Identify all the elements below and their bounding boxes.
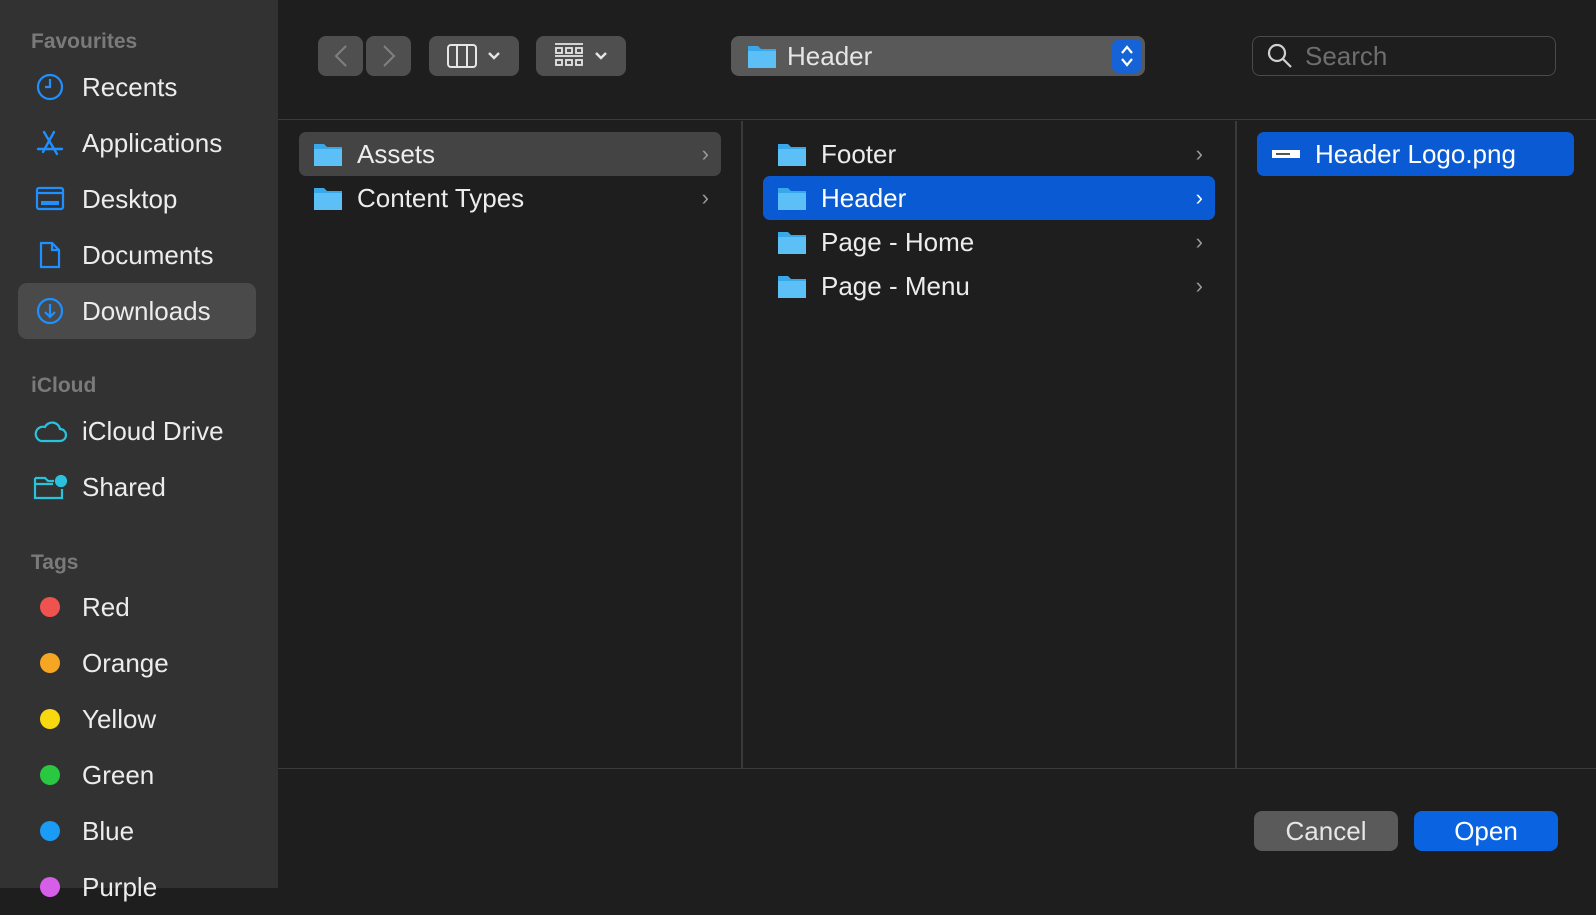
document-icon [32,241,68,269]
chevron-down-icon [488,52,500,60]
chevron-right-icon: › [1195,273,1203,298]
chevron-right-icon: › [1195,229,1203,254]
search-icon [1267,43,1292,68]
sidebar-item-label: Purple [82,871,158,902]
tag-dot-icon [40,653,60,673]
tag-dot-icon [40,821,60,841]
column-2: Footer › Header › Page - Home › Page - Menu… [743,121,1237,768]
shared-folder-icon [32,473,68,501]
sidebar-item-desktop[interactable]: Desktop [18,171,256,227]
list-item[interactable]: Content Types › [299,176,721,220]
folder-icon [748,46,776,68]
sidebar: Favourites Recents Applications Desktop … [0,0,278,902]
tag-dot-icon [40,597,60,617]
tag-dot-icon [40,877,60,897]
browser: Header Search Assets › Content Types › Foo… [278,0,1596,888]
sidebar-item-icloud-drive[interactable]: iCloud Drive [18,403,256,459]
sidebar-item-label: Green [82,759,155,790]
sidebar-item-label: Documents [82,239,214,270]
sidebar-item-label: Orange [82,647,169,678]
chevron-right-icon: › [701,185,709,210]
sidebar-item-label: Recents [82,71,178,102]
open-button[interactable]: Open [1414,811,1558,851]
view-mode-button[interactable] [429,36,519,76]
forward-button[interactable] [366,36,411,76]
item-label: Header [821,182,907,213]
sidebar-item-label: Blue [82,815,135,846]
tag-dot-icon [40,765,60,785]
column-3: Header Logo.png [1237,121,1596,768]
sidebar-item-documents[interactable]: Documents [18,227,256,283]
list-item[interactable]: Page - Home › [763,220,1215,264]
folder-icon [778,276,806,298]
chevron-right-icon: › [1195,141,1203,166]
chevron-right-icon: › [1195,185,1203,210]
item-label: Content Types [357,182,525,213]
sidebar-item-recents[interactable]: Recents [18,59,256,115]
chevron-right-icon: › [701,141,709,166]
tag-yellow[interactable]: Yellow [18,691,256,747]
list-item[interactable]: Assets › [299,132,721,176]
tag-purple[interactable]: Purple [18,859,256,915]
image-file-icon [1272,150,1300,158]
chevron-down-icon [595,52,607,60]
column-1: Assets › Content Types › [278,121,743,768]
sidebar-item-shared[interactable]: Shared [18,459,256,515]
section-tags: Tags [31,551,79,574]
folder-icon [778,188,806,210]
sidebar-item-applications[interactable]: Applications [18,115,256,171]
folder-icon [778,232,806,254]
section-favourites: Favourites [31,30,138,53]
clock-icon [32,73,68,101]
folder-icon [314,188,342,210]
cloud-icon [32,419,68,443]
tag-blue[interactable]: Blue [18,803,256,859]
columns-view-icon [447,44,477,68]
sidebar-item-label: Downloads [82,295,211,326]
item-label: Assets [357,138,436,169]
sidebar-item-label: Yellow [82,703,157,734]
tag-green[interactable]: Green [18,747,256,803]
list-item[interactable]: Page - Menu › [763,264,1215,308]
path-popup[interactable]: Header [731,36,1145,76]
search-placeholder: Search [1305,40,1388,71]
sidebar-item-label: iCloud Drive [82,415,224,446]
sidebar-item-label: Desktop [82,183,178,214]
sidebar-item-label: Shared [82,471,166,502]
tag-orange[interactable]: Orange [18,635,256,691]
desktop-icon [32,186,68,212]
path-label: Header [787,40,873,71]
list-item[interactable]: Header Logo.png [1257,132,1574,176]
item-label: Page - Home [821,226,975,257]
section-icloud: iCloud [31,374,97,397]
sidebar-item-label: Red [82,591,130,622]
group-by-button[interactable] [536,36,626,76]
sidebar-item-label: Applications [82,127,223,158]
footer: Cancel Open [278,768,1596,888]
tag-red[interactable]: Red [18,579,256,635]
sidebar-item-downloads[interactable]: Downloads [18,283,256,339]
item-label: Footer [821,138,897,169]
back-button[interactable] [318,36,363,76]
grid-icon [555,43,583,66]
list-item[interactable]: Header › [763,176,1215,220]
item-label: Header Logo.png [1315,138,1516,169]
list-item[interactable]: Footer › [763,132,1215,176]
folder-icon [778,144,806,166]
item-label: Page - Menu [821,270,970,301]
toolbar: Header Search [278,0,1596,120]
up-down-chevron-icon [1112,39,1142,73]
folder-icon [314,144,342,166]
search-field[interactable]: Search [1252,36,1556,76]
cancel-button[interactable]: Cancel [1254,811,1398,851]
app-store-icon [32,129,68,157]
download-icon [32,297,68,325]
tag-dot-icon [40,709,60,729]
